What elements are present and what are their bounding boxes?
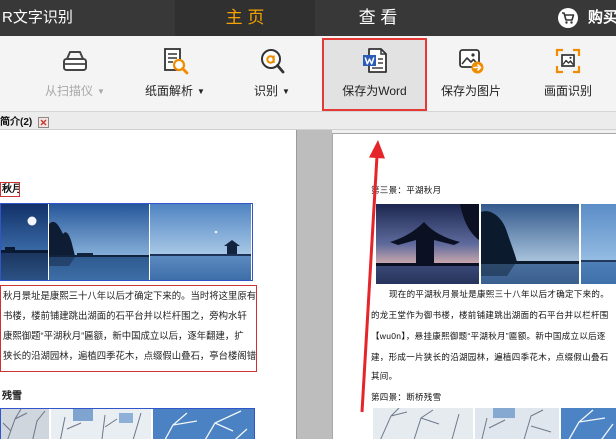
paper-analysis-button[interactable]: 纸面解析 ▼ [125,38,225,111]
dropdown-arrow-icon: ▼ [97,87,105,96]
paper-analysis-label-group: 纸面解析 ▼ [125,84,225,99]
recognize-label-group: 识别 ▼ [222,84,322,99]
photo-snow-trees [1,409,254,439]
screen-recognize-icon [554,47,582,75]
left-text-line: 狭长的沿湖园林，遍植四季花木，点缀假山叠石，亭台楼阁错落 [3,350,256,361]
right-text-line: 现在的平湖秋月景址是康熙三十八年以后才确定下来的。 [389,289,610,299]
title-region-box[interactable]: 秋月 [0,182,20,197]
close-tab-icon[interactable] [38,115,50,128]
photo-lake-pavilion [150,204,251,280]
screen-recognize-button[interactable]: 画面识别 [520,38,616,111]
scan-from-scanner-button[interactable]: 从扫描仪 ▼ [25,38,125,111]
photo-trees-dusk [481,204,579,284]
left-heading-1: 秋月 [2,184,20,195]
buy-label: 购买 [588,9,616,26]
result-snow-image-row [373,408,616,439]
scanner-label-group: 从扫描仪 ▼ [25,84,125,99]
recognize-icon [258,47,286,75]
right-page-view: 第三景：平湖秋月 现在的平湖秋月景址是康熙三十八年以后才确定下来的。 的龙王堂作… [332,133,616,439]
image-region-box[interactable] [0,203,253,281]
tab-home[interactable]: 主 页 [175,0,315,36]
dropdown-arrow-icon: ▼ [197,87,205,96]
top-bar: R文字识别 主 页 查 看 购买 [0,0,616,36]
cart-icon [558,8,578,28]
app-title: R文字识别 [2,9,73,26]
right-text-line: 建，形成一片狭长的沿湖园林，遍植四季花木，点缀假山叠石 [371,352,609,362]
photo-pavilion-dusk [376,204,479,284]
right-heading-2: 第四景：断桥残雪 [371,392,442,402]
recognize-label: 识别 [254,84,279,98]
document-tab[interactable]: 简介(2) [0,112,55,129]
dropdown-arrow-icon: ▼ [282,87,290,96]
image-region-box[interactable] [0,408,255,439]
tab-home-label: 主 页 [225,8,265,27]
save-as-word-button[interactable]: 保存为Word [322,38,427,111]
screen-recognize-label: 画面识别 [543,84,592,98]
photo-dusk-lake [49,204,149,280]
scanner-label: 从扫描仪 [45,84,94,98]
document-tab-label: 简介(2) [0,117,33,128]
left-page-view: 秋月 秋月景址是康熙三十八年以后才确定下来的。当时将这里原有 书楼，楼前铺建跳出… [0,130,297,439]
right-text-line: 【wu0n】，悬挂康熙御题“平湖秋月”匾额。新中国成立以后逐 [371,331,606,341]
tab-view[interactable]: 查 看 [318,0,438,36]
left-heading-2: 残雪 [2,391,22,402]
left-text-line: 书楼，楼前铺建跳出湖面的石平台并以栏杆围之，旁构水轩 [3,310,247,321]
photo-moon-night-lake [1,204,48,280]
photo-snow-trees [373,408,616,439]
scanner-icon [61,47,89,75]
right-heading-1: 第三景：平湖秋月 [371,185,442,195]
right-text-line: 其间。 [371,371,398,381]
text-region-box[interactable]: 秋月景址是康熙三十八年以后才确定下来的。当时将这里原有 书楼，楼前铺建跳出湖面的… [0,285,257,372]
paper-analysis-label: 纸面解析 [145,84,194,98]
left-text-line: 秋月景址是康熙三十八年以后才确定下来的。当时将这里原有 [3,290,256,301]
left-text-line: 康熙御题“平湖秋月”匾额，新中国成立以后，逐年翻建，扩 [3,330,244,341]
page-gutter [297,130,332,439]
save-as-image-label: 保存为图片 [440,84,501,98]
word-document-icon [361,47,389,75]
buy-button[interactable]: 购买 [556,0,616,36]
document-tab-strip: 简介(2) [0,112,616,130]
result-image-row [376,204,616,284]
save-as-image-button[interactable]: 保存为图片 [423,38,519,111]
tab-view-label: 查 看 [358,8,398,27]
recognize-button[interactable]: 识别 ▼ [222,38,322,111]
photo-lake-blue [581,204,616,284]
ribbon-toolbar: 从扫描仪 ▼ 纸面解析 ▼ 识别 ▼ 保存为Word 保存为图片 画面识别 [0,36,616,112]
right-text-line: 的龙王堂作为御书楼，楼前铺建跳出湖面的石平台并以栏杆围 [371,310,609,320]
save-as-word-label: 保存为Word [342,84,407,98]
document-analyze-icon [161,47,189,75]
save-image-icon [457,47,485,75]
